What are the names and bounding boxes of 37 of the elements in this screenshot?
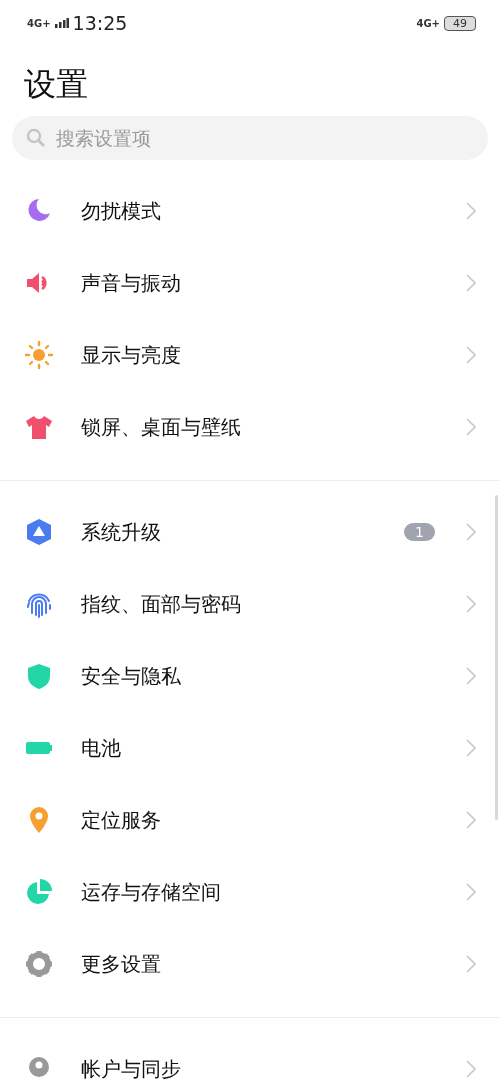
chevron-right-icon <box>466 202 476 220</box>
chevron-right-icon <box>466 811 476 829</box>
signal-icon <box>54 18 69 28</box>
chevron-right-icon <box>466 418 476 436</box>
settings-item[interactable]: 定位服务 <box>0 784 500 856</box>
chevron-right-icon <box>466 739 476 757</box>
chevron-right-icon <box>466 274 476 292</box>
settings-item[interactable]: 勿扰模式 <box>0 175 500 247</box>
pie-chart-icon <box>24 877 54 907</box>
chevron-right-icon <box>466 346 476 364</box>
settings-item[interactable]: 系统升级 1 <box>0 496 500 568</box>
clock-time: 13:25 <box>72 12 128 34</box>
hexagon-icon <box>24 517 54 547</box>
gear-icon <box>24 949 54 979</box>
settings-item[interactable]: 安全与隐私 <box>0 640 500 712</box>
settings-item[interactable]: 声音与振动 <box>0 247 500 319</box>
settings-item[interactable]: 帐户与同步 <box>0 1033 500 1083</box>
search-icon <box>26 128 46 148</box>
settings-item[interactable]: 显示与亮度 <box>0 319 500 391</box>
sun-icon <box>24 340 54 370</box>
chevron-right-icon <box>466 667 476 685</box>
settings-item[interactable]: 运存与存储空间 <box>0 856 500 928</box>
chevron-right-icon <box>466 955 476 973</box>
chevron-right-icon <box>466 1060 476 1078</box>
update-count-badge: 1 <box>404 523 435 541</box>
search-field[interactable]: 搜索设置项 <box>12 116 488 160</box>
settings-item[interactable]: 指纹、面部与密码 <box>0 568 500 640</box>
chevron-right-icon <box>466 883 476 901</box>
chevron-right-icon <box>466 595 476 613</box>
page-title: 设置 <box>24 64 89 105</box>
settings-item[interactable]: 更多设置 <box>0 928 500 1000</box>
chevron-right-icon <box>466 523 476 541</box>
battery-level: 49 <box>444 15 476 31</box>
network-label: 4G+ <box>27 17 51 29</box>
settings-item[interactable]: 锁屏、桌面与壁纸 <box>0 391 500 463</box>
network-label: 4G+ <box>416 17 440 29</box>
settings-item[interactable]: 电池 <box>0 712 500 784</box>
